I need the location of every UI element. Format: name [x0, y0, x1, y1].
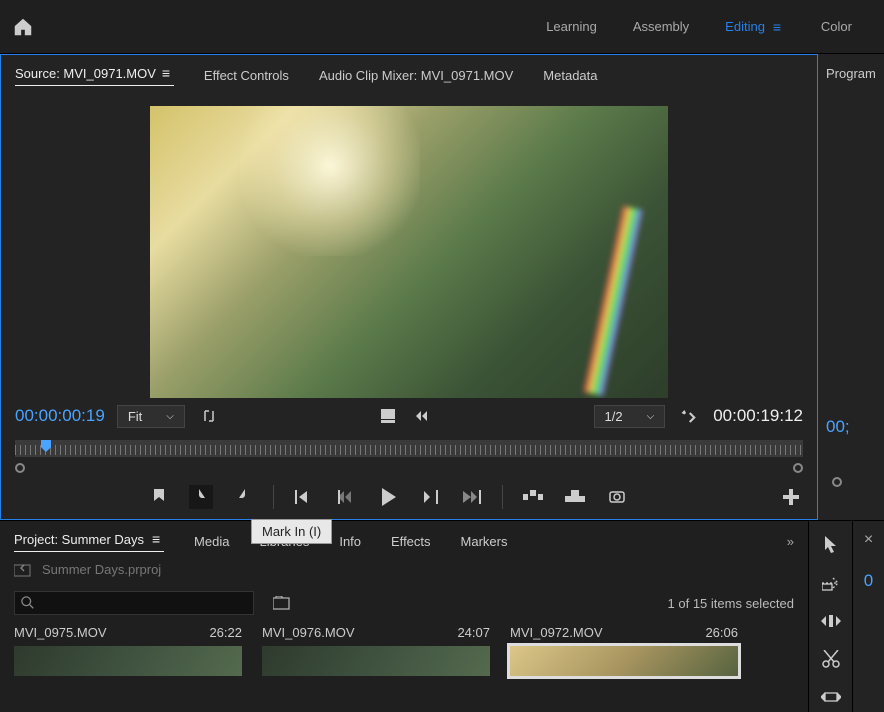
project-tabs: Project: Summer Days Media Libraries Inf…	[14, 531, 794, 552]
export-frame-button[interactable]	[605, 485, 629, 509]
tab-markers[interactable]: Markers	[461, 534, 508, 549]
hamburger-icon[interactable]	[152, 531, 164, 547]
track-select-tool-icon[interactable]	[819, 571, 843, 595]
tab-source[interactable]: Source: MVI_0971.MOV	[15, 65, 174, 86]
clip-grid: MVI_0975.MOV26:22 MVI_0976.MOV24:07 MVI_…	[14, 625, 794, 676]
project-filename: Summer Days.prproj	[42, 562, 161, 577]
workspace-tab-color[interactable]: Color	[821, 13, 852, 41]
drag-audio-icon[interactable]	[413, 404, 437, 428]
tooltip: Mark In (I)	[251, 519, 332, 544]
clip-thumbnail	[14, 646, 242, 676]
workspace-tab-learning[interactable]: Learning	[546, 13, 597, 41]
go-to-in-button[interactable]	[292, 485, 316, 509]
mark-in-out-icon[interactable]	[197, 404, 221, 428]
search-input[interactable]	[14, 591, 254, 615]
search-icon	[21, 596, 35, 610]
tab-effects[interactable]: Effects	[391, 534, 431, 549]
ripple-edit-tool-icon[interactable]	[819, 609, 843, 633]
clip-item[interactable]: MVI_0972.MOV26:06	[510, 625, 738, 676]
add-marker-button[interactable]	[147, 485, 171, 509]
play-button[interactable]	[376, 485, 400, 509]
tab-audio-mixer[interactable]: Audio Clip Mixer: MVI_0971.MOV	[319, 68, 513, 83]
timeline-ticks	[15, 445, 803, 455]
program-timecode[interactable]: 00;	[826, 417, 876, 437]
workspace-tab-editing[interactable]: Editing	[725, 13, 785, 41]
tab-project[interactable]: Project: Summer Days	[14, 531, 164, 552]
timeline-scrubber[interactable]	[15, 440, 803, 457]
clip-item[interactable]: MVI_0975.MOV26:22	[14, 625, 242, 676]
overwrite-button[interactable]	[563, 485, 587, 509]
step-forward-button[interactable]	[418, 485, 442, 509]
step-back-button[interactable]	[334, 485, 358, 509]
duration-timecode[interactable]: 00:00:19:12	[713, 406, 803, 426]
tools-panel	[808, 520, 852, 712]
selection-tool-icon[interactable]	[819, 533, 843, 557]
drag-video-icon[interactable]	[377, 404, 401, 428]
sequence-panel-stub: × 0	[852, 520, 884, 712]
insert-button[interactable]	[521, 485, 545, 509]
tab-media[interactable]: Media	[194, 534, 229, 549]
mark-out-button[interactable]	[231, 485, 255, 509]
project-panel: Project: Summer Days Media Libraries Inf…	[0, 520, 808, 712]
seq-timecode-stub[interactable]: 0	[864, 571, 873, 590]
tab-effect-controls[interactable]: Effect Controls	[204, 68, 289, 83]
transport-controls: Mark In (I)	[1, 475, 817, 519]
workspace-tab-assembly[interactable]: Assembly	[633, 13, 689, 41]
program-monitor-panel: Program 00;	[818, 54, 884, 520]
playhead[interactable]	[41, 440, 53, 468]
settings-icon[interactable]	[677, 404, 701, 428]
nav-up-icon[interactable]	[14, 563, 32, 577]
preview-viewport[interactable]	[1, 92, 817, 398]
overflow-icon[interactable]: »	[787, 534, 794, 549]
clip-thumbnail	[510, 646, 738, 676]
close-icon[interactable]: ×	[864, 531, 873, 548]
selection-status: 1 of 15 items selected	[668, 596, 794, 611]
clip-item[interactable]: MVI_0976.MOV24:07	[262, 625, 490, 676]
top-bar: Learning Assembly Editing Color	[0, 0, 884, 54]
out-point-handle[interactable]	[793, 463, 803, 473]
program-in-handle[interactable]	[832, 477, 842, 487]
slip-tool-icon[interactable]	[819, 685, 843, 709]
current-timecode[interactable]: 00:00:00:19	[15, 406, 105, 426]
hamburger-icon	[773, 19, 785, 35]
tab-metadata[interactable]: Metadata	[543, 68, 597, 83]
tab-program[interactable]: Program	[826, 66, 876, 81]
source-panel-tabs: Source: MVI_0971.MOV Effect Controls Aud…	[1, 55, 817, 92]
hamburger-icon[interactable]	[162, 65, 174, 81]
zoom-select[interactable]: Fit	[117, 405, 185, 428]
button-editor-icon[interactable]	[779, 485, 803, 509]
home-icon[interactable]	[12, 16, 34, 38]
resolution-select[interactable]: 1/2	[594, 405, 666, 428]
in-point-handle[interactable]	[15, 463, 25, 473]
clip-thumbnail	[262, 646, 490, 676]
go-to-out-button[interactable]	[460, 485, 484, 509]
new-bin-icon[interactable]	[270, 591, 294, 615]
mark-in-button[interactable]	[189, 485, 213, 509]
video-frame	[150, 106, 668, 398]
workspace-tabs: Learning Assembly Editing Color	[546, 13, 852, 41]
breadcrumb: Summer Days.prproj	[14, 552, 794, 587]
source-monitor-panel: Source: MVI_0971.MOV Effect Controls Aud…	[0, 54, 818, 520]
tab-info[interactable]: Info	[339, 534, 361, 549]
razor-tool-icon[interactable]	[819, 647, 843, 671]
